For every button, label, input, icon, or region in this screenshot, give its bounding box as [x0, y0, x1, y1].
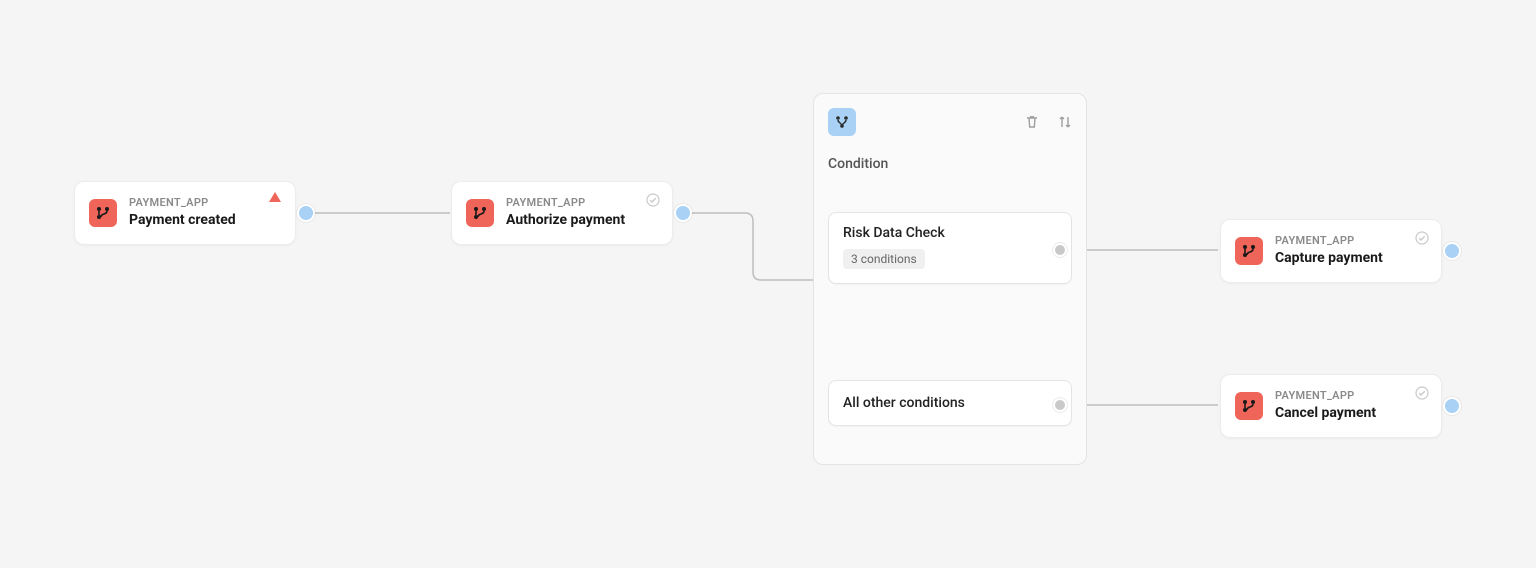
check-circle-icon [1415, 385, 1429, 404]
reorder-icon[interactable] [1058, 114, 1072, 130]
node-cancel-payment[interactable]: PAYMENT_APP Cancel payment [1220, 374, 1442, 438]
node-authorize-payment[interactable]: PAYMENT_APP Authorize payment [451, 181, 673, 245]
branch-output-handle[interactable] [1053, 243, 1067, 257]
node-app-label: PAYMENT_APP [1275, 234, 1383, 248]
branch-split-icon [828, 108, 856, 136]
node-app-label: PAYMENT_APP [1275, 389, 1376, 403]
git-branch-icon [1235, 392, 1263, 420]
node-title: Payment created [129, 212, 236, 230]
condition-branch-other[interactable]: All other conditions [828, 380, 1072, 426]
branch-name: All other conditions [843, 395, 965, 411]
warning-triangle-icon [269, 192, 281, 202]
node-output-handle[interactable] [1443, 397, 1461, 415]
workflow-canvas[interactable]: PAYMENT_APP Payment created PAYMENT_APP … [0, 0, 1536, 568]
node-title: Cancel payment [1275, 405, 1376, 423]
git-branch-icon [1235, 237, 1263, 265]
node-output-handle[interactable] [674, 204, 692, 222]
node-app-label: PAYMENT_APP [506, 196, 625, 210]
condition-title: Condition [828, 156, 1072, 172]
workflow-edges [0, 0, 1536, 568]
branch-badge: 3 conditions [843, 249, 925, 269]
check-circle-icon [646, 192, 660, 211]
branch-name: Risk Data Check [843, 225, 1057, 241]
node-output-handle[interactable] [297, 204, 315, 222]
git-branch-icon [89, 199, 117, 227]
node-title: Capture payment [1275, 250, 1383, 268]
node-app-label: PAYMENT_APP [129, 196, 236, 210]
node-payment-created[interactable]: PAYMENT_APP Payment created [74, 181, 296, 245]
git-branch-icon [466, 199, 494, 227]
node-capture-payment[interactable]: PAYMENT_APP Capture payment [1220, 219, 1442, 283]
check-circle-icon [1415, 230, 1429, 249]
branch-output-handle[interactable] [1053, 398, 1067, 412]
condition-node[interactable]: Condition Risk Data Check 3 conditions A… [813, 93, 1087, 465]
condition-branch-risk[interactable]: Risk Data Check 3 conditions [828, 212, 1072, 284]
trash-icon[interactable] [1024, 114, 1040, 130]
node-output-handle[interactable] [1443, 242, 1461, 260]
node-title: Authorize payment [506, 212, 625, 230]
